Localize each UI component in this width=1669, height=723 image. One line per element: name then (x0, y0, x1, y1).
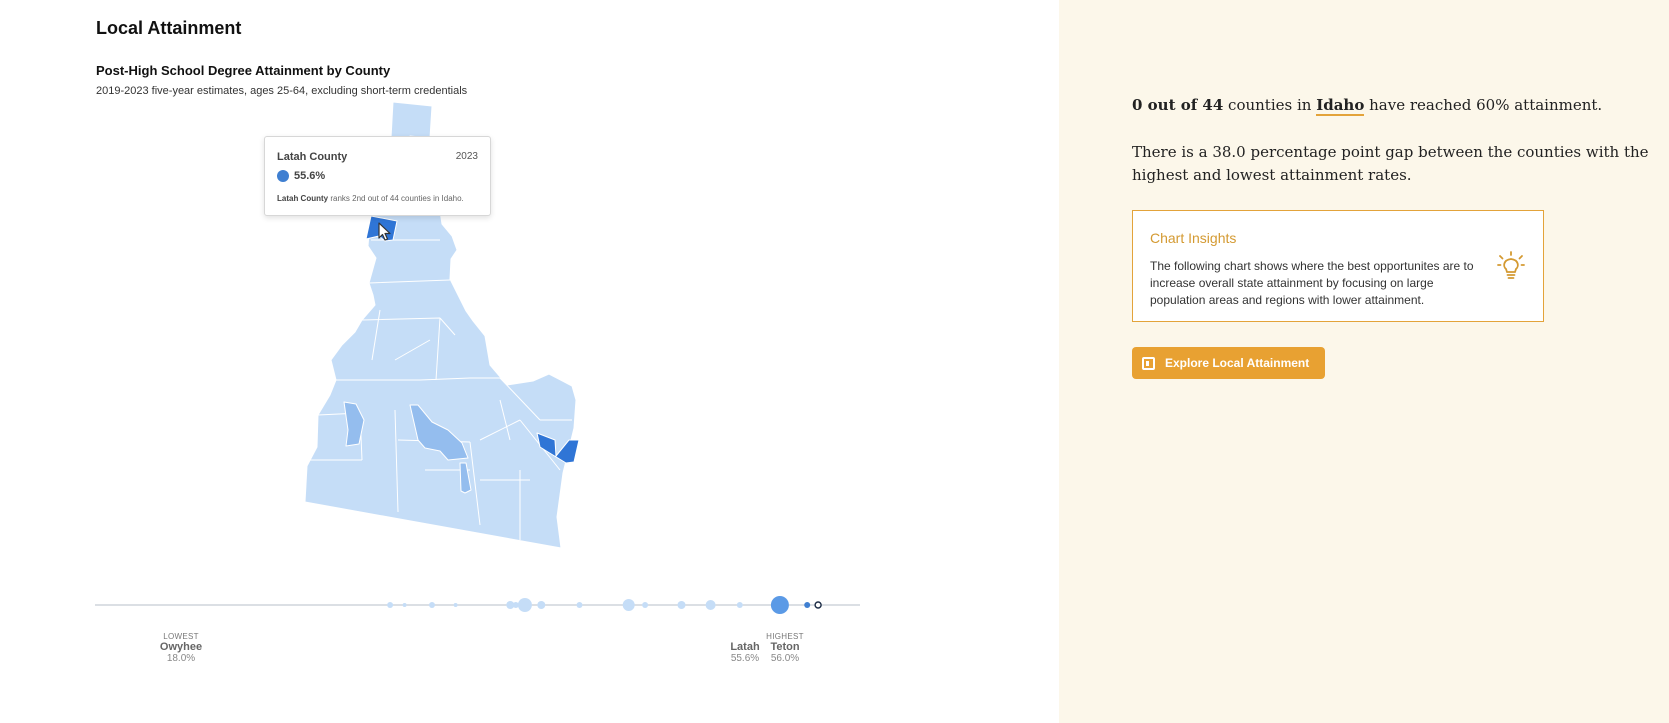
tooltip-value: 55.6% (294, 170, 326, 182)
insights-text: The following chart shows where the best… (1150, 259, 1474, 307)
strip-point[interactable] (642, 602, 649, 608)
strip-label-selected: Latah 55.6% (725, 632, 765, 664)
strip-point[interactable] (705, 600, 716, 610)
lowest-tag: LOWEST (163, 632, 199, 641)
summary-end: have reached 60% attainment. (1364, 96, 1603, 114)
tooltip-rank-text: ranks 2nd out of 44 counties in Idaho. (328, 194, 464, 203)
mouse-cursor-icon (378, 222, 391, 241)
tooltip-year: 2023 (455, 151, 478, 162)
summary-count: 0 out of 44 (1132, 96, 1224, 114)
strip-point[interactable] (512, 602, 519, 608)
summary-gap: There is a 38.0 percentage point gap bet… (1132, 143, 1649, 184)
strip-label-lowest: LOWEST Owyhee 18.0% (156, 632, 206, 664)
strip-point[interactable] (576, 602, 583, 608)
highest-name: Teton (770, 641, 800, 653)
map-tooltip: Latah County 2023 55.6% Latah County ran… (264, 136, 491, 216)
tooltip-rank: Latah County ranks 2nd out of 44 countie… (277, 194, 464, 203)
strip-point[interactable] (537, 601, 546, 609)
strip-point[interactable] (429, 602, 435, 608)
strip-point[interactable] (804, 602, 811, 608)
summary-mid: counties in (1223, 96, 1317, 114)
summary-attainment: 0 out of 44 counties in Idaho have reach… (1132, 96, 1603, 116)
strip-point-highest-marker[interactable] (814, 601, 822, 609)
strip-label-highest: HIGHEST Teton 56.0% (763, 632, 807, 664)
section-title: Local Attainment (96, 18, 242, 38)
strip-point[interactable] (622, 599, 635, 611)
strip-point[interactable] (677, 601, 686, 609)
strip-point[interactable] (387, 602, 394, 608)
lightbulb-icon (1497, 251, 1525, 279)
strip-point[interactable] (402, 603, 407, 607)
chart-insights-box: Chart Insights The following chart shows… (1132, 210, 1544, 322)
tooltip-county: Latah County (277, 151, 348, 163)
lowest-name: Owyhee (159, 641, 203, 653)
highest-tag: HIGHEST (766, 632, 804, 641)
strip-point[interactable] (453, 603, 458, 607)
tooltip-legend-dot (277, 170, 289, 182)
strip-point[interactable] (736, 602, 743, 608)
lowest-value: 18.0% (166, 653, 196, 664)
tooltip-rank-county: Latah County (277, 194, 329, 203)
attainment-strip-plot[interactable] (90, 590, 870, 620)
summary-state-link[interactable]: Idaho (1316, 96, 1365, 116)
selected-name: Latah (730, 641, 760, 653)
explore-button-label: Explore Local Attainment (1165, 356, 1310, 370)
strip-point[interactable] (770, 596, 789, 614)
sidebar-panel-icon (1142, 356, 1155, 370)
selected-value: 55.6% (730, 653, 760, 664)
highest-value: 56.0% (770, 653, 800, 664)
strip-point[interactable] (517, 598, 532, 612)
chart-title: Post-High School Degree Attainment by Co… (96, 63, 391, 78)
insights-title: Chart Insights (1150, 230, 1237, 246)
explore-local-attainment-button[interactable]: Explore Local Attainment (1132, 347, 1325, 379)
